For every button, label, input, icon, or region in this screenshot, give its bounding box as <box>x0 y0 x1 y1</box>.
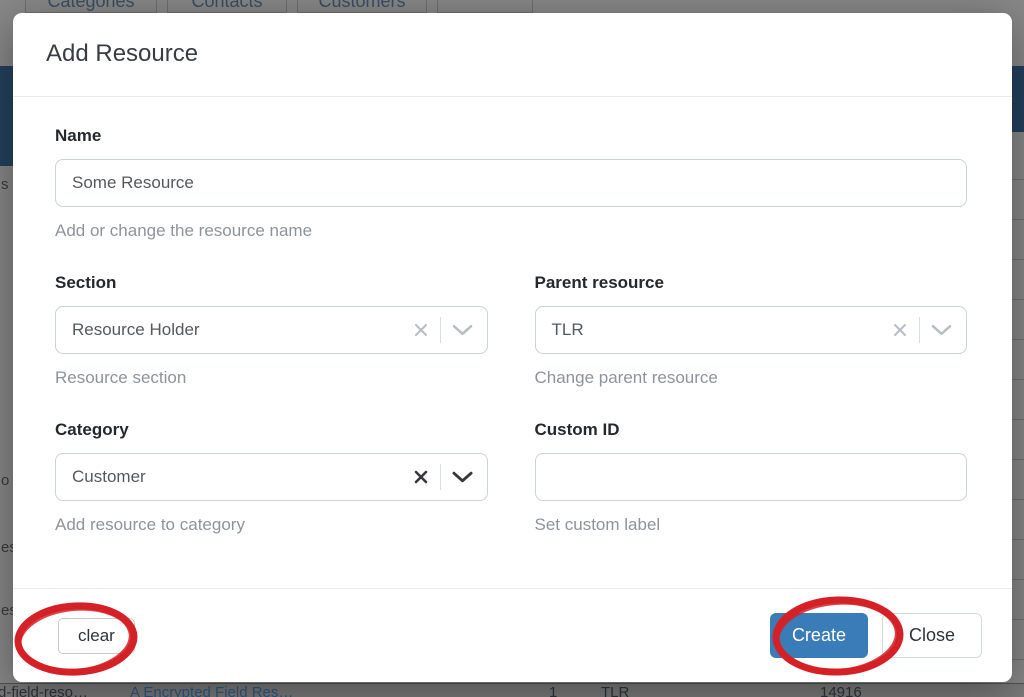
custom-id-field-group: Custom ID Set custom label <box>535 420 968 534</box>
background-text-fragment: o <box>1 474 9 488</box>
close-button[interactable]: Close <box>882 613 982 658</box>
table-cell-id: 14916 <box>820 684 862 697</box>
custom-id-label: Custom ID <box>535 420 968 440</box>
modal-title: Add Resource <box>46 40 979 68</box>
custom-id-input[interactable] <box>535 453 968 501</box>
category-field-group: Category Customer Add <box>55 420 488 534</box>
section-label: Section <box>55 273 488 293</box>
table-cell-parent: TLR <box>601 684 629 697</box>
section-field-group: Section Resource Holder <box>55 273 488 387</box>
background-table-row: d-field-reso… A Encrypted Field Res… 1 T… <box>0 683 1024 697</box>
screen: Categories Contacts Customers s o es es … <box>0 0 1024 697</box>
select-divider <box>440 464 441 490</box>
custom-id-help-text: Set custom label <box>535 516 968 534</box>
modal-header: Add Resource <box>13 13 1012 97</box>
clear-x-icon[interactable] <box>892 322 908 338</box>
category-label: Category <box>55 420 488 440</box>
parent-resource-help-text: Change parent resource <box>535 369 968 387</box>
section-help-text: Resource section <box>55 369 488 387</box>
background-tab-bar: Categories Contacts Customers <box>0 0 1024 13</box>
tab-cropped <box>437 0 533 13</box>
tab-categories: Categories <box>25 0 157 13</box>
tab-customers: Customers <box>297 0 427 13</box>
name-label: Name <box>55 126 967 146</box>
parent-resource-field-group: Parent resource TLR C <box>535 273 968 387</box>
chevron-down-icon[interactable] <box>452 471 473 484</box>
category-select[interactable]: Customer <box>55 453 488 501</box>
background-navbar-left-edge <box>0 66 13 166</box>
name-input[interactable] <box>55 159 967 207</box>
parent-resource-select[interactable]: TLR <box>535 306 968 354</box>
clear-x-icon[interactable] <box>413 469 429 485</box>
tab-contacts: Contacts <box>167 0 287 13</box>
create-button[interactable]: Create <box>770 613 868 658</box>
parent-resource-label: Parent resource <box>535 273 968 293</box>
chevron-down-icon[interactable] <box>452 324 473 337</box>
clear-button[interactable]: clear <box>58 618 135 654</box>
parent-resource-select-value: TLR <box>552 320 893 340</box>
table-cell-slug: d-field-reso… <box>0 684 88 697</box>
select-divider <box>440 317 441 343</box>
category-help-text: Add resource to category <box>55 516 488 534</box>
table-cell-count: 1 <box>549 684 557 697</box>
name-help-text: Add or change the resource name <box>55 222 967 240</box>
section-select-value: Resource Holder <box>72 320 413 340</box>
chevron-down-icon[interactable] <box>931 324 952 337</box>
select-divider <box>919 317 920 343</box>
modal-footer: clear Create Close <box>13 588 1012 682</box>
background-text-fragment: s <box>1 178 9 192</box>
table-cell-name-link: A Encrypted Field Res… <box>130 684 293 697</box>
section-select[interactable]: Resource Holder <box>55 306 488 354</box>
modal-body: Name Add or change the resource name Sec… <box>13 97 1012 534</box>
name-field-group: Name Add or change the resource name <box>55 126 967 240</box>
background-navbar-right-edge <box>1012 66 1024 132</box>
add-resource-modal: Add Resource Name Add or change the reso… <box>13 13 1012 682</box>
clear-x-icon[interactable] <box>413 322 429 338</box>
background-table-row-lines <box>1012 140 1024 683</box>
category-select-value: Customer <box>72 467 413 487</box>
